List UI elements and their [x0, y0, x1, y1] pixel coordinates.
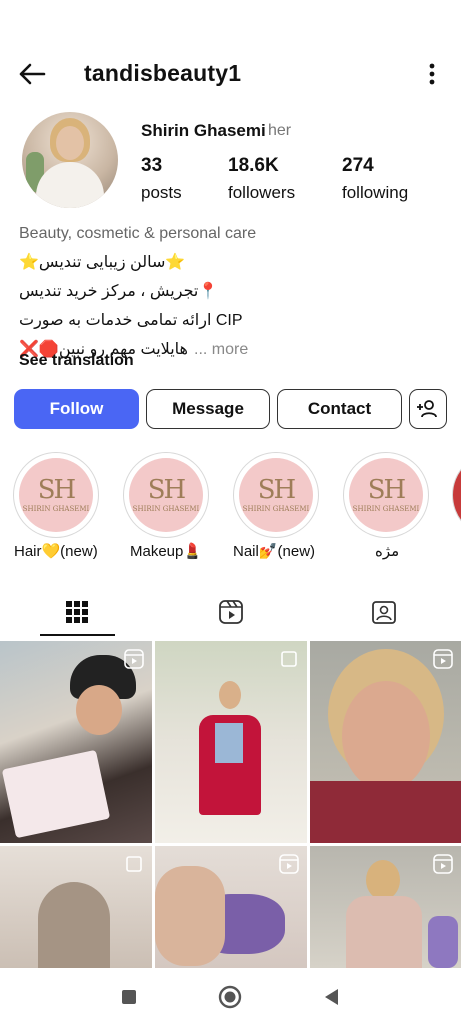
follow-button[interactable]: Follow — [14, 389, 139, 429]
tab-tagged[interactable] — [307, 588, 461, 636]
highlight-label: Nail💅(new) — [233, 543, 316, 560]
pronoun: her — [268, 122, 292, 139]
tab-posts[interactable] — [0, 588, 154, 636]
followers-label: followers — [228, 183, 296, 202]
highlight-partial[interactable] — [452, 452, 461, 538]
profile-avatar[interactable] — [22, 112, 118, 208]
highlight-nail[interactable]: SH SHIRIN GHASEMI — [233, 452, 319, 538]
bio-line: CIP ارائه تمامی خدمات به صورت — [19, 312, 243, 329]
posts-count: 33 — [141, 155, 163, 176]
following-count: 274 — [342, 155, 374, 176]
message-button[interactable]: Message — [146, 389, 270, 429]
profile-tabs — [0, 588, 461, 638]
highlight-hair[interactable]: SH SHIRIN GHASEMI — [13, 452, 99, 538]
stat-following[interactable]: 274 following — [342, 155, 408, 203]
contact-button[interactable]: Contact — [277, 389, 402, 429]
highlight-label: Hair💛(new) — [14, 543, 98, 560]
following-label: following — [342, 183, 409, 202]
stat-posts[interactable]: 33 posts — [141, 155, 182, 203]
highlight-makeup[interactable]: SH SHIRIN GHASEMI — [123, 452, 209, 538]
top-bar: tandisbeauty1 — [0, 52, 461, 96]
back-icon[interactable] — [322, 987, 340, 1007]
tab-reels[interactable] — [154, 588, 308, 636]
highlight-lashes[interactable]: SH SHIRIN GHASEMI — [343, 452, 429, 538]
display-name: Shirin Ghasemi — [141, 121, 266, 140]
post-thumbnail[interactable] — [310, 846, 461, 968]
reel-icon — [279, 854, 299, 874]
reel-icon — [124, 649, 144, 669]
reels-icon — [219, 600, 243, 624]
highlight-logo: SH SHIRIN GHASEMI — [19, 458, 93, 532]
profile-username: tandisbeauty1 — [84, 60, 242, 86]
profile-bio: Beauty, cosmetic & personal care ⭐سالن ز… — [19, 219, 449, 364]
active-tab-indicator — [40, 634, 115, 636]
highlight-label: مژه — [375, 543, 400, 560]
bio-line: 📍تجریش ، مرکز خرید تندیس — [19, 283, 219, 300]
suggested-users-button[interactable] — [409, 389, 447, 429]
profile-category: Beauty, cosmetic & personal care — [19, 225, 257, 242]
see-translation-link[interactable]: See translation — [19, 352, 134, 370]
followers-count: 18.6K — [228, 155, 279, 176]
add-person-icon — [417, 400, 437, 418]
stat-followers[interactable]: 18.6K followers — [228, 155, 295, 203]
arrow-left-icon[interactable] — [16, 58, 48, 90]
highlight-logo: SH SHIRIN GHASEMI — [349, 458, 423, 532]
highlight-logo: SH SHIRIN GHASEMI — [239, 458, 313, 532]
reel-icon — [433, 649, 453, 669]
post-thumbnail[interactable] — [310, 641, 461, 843]
recent-apps-icon[interactable] — [120, 988, 138, 1006]
more-vertical-icon[interactable] — [425, 58, 439, 90]
system-navbar — [0, 968, 461, 1024]
post-thumbnail[interactable] — [0, 641, 152, 843]
post-thumbnail[interactable] — [0, 846, 152, 968]
carousel-icon — [126, 856, 142, 872]
highlight-label: Makeup💄 — [130, 543, 203, 560]
reel-icon — [433, 854, 453, 874]
post-thumbnail[interactable] — [155, 846, 307, 968]
bio-more-link[interactable]: ... more — [194, 335, 248, 364]
highlight-logo: SH SHIRIN GHASEMI — [129, 458, 203, 532]
posts-label: posts — [141, 183, 182, 202]
carousel-icon — [281, 651, 297, 667]
tagged-icon — [372, 601, 396, 624]
bio-line: ⭐سالن زیبایی تندیس⭐ — [19, 254, 186, 271]
grid-icon — [66, 601, 88, 623]
home-icon[interactable] — [218, 985, 242, 1009]
post-thumbnail[interactable] — [155, 641, 307, 843]
